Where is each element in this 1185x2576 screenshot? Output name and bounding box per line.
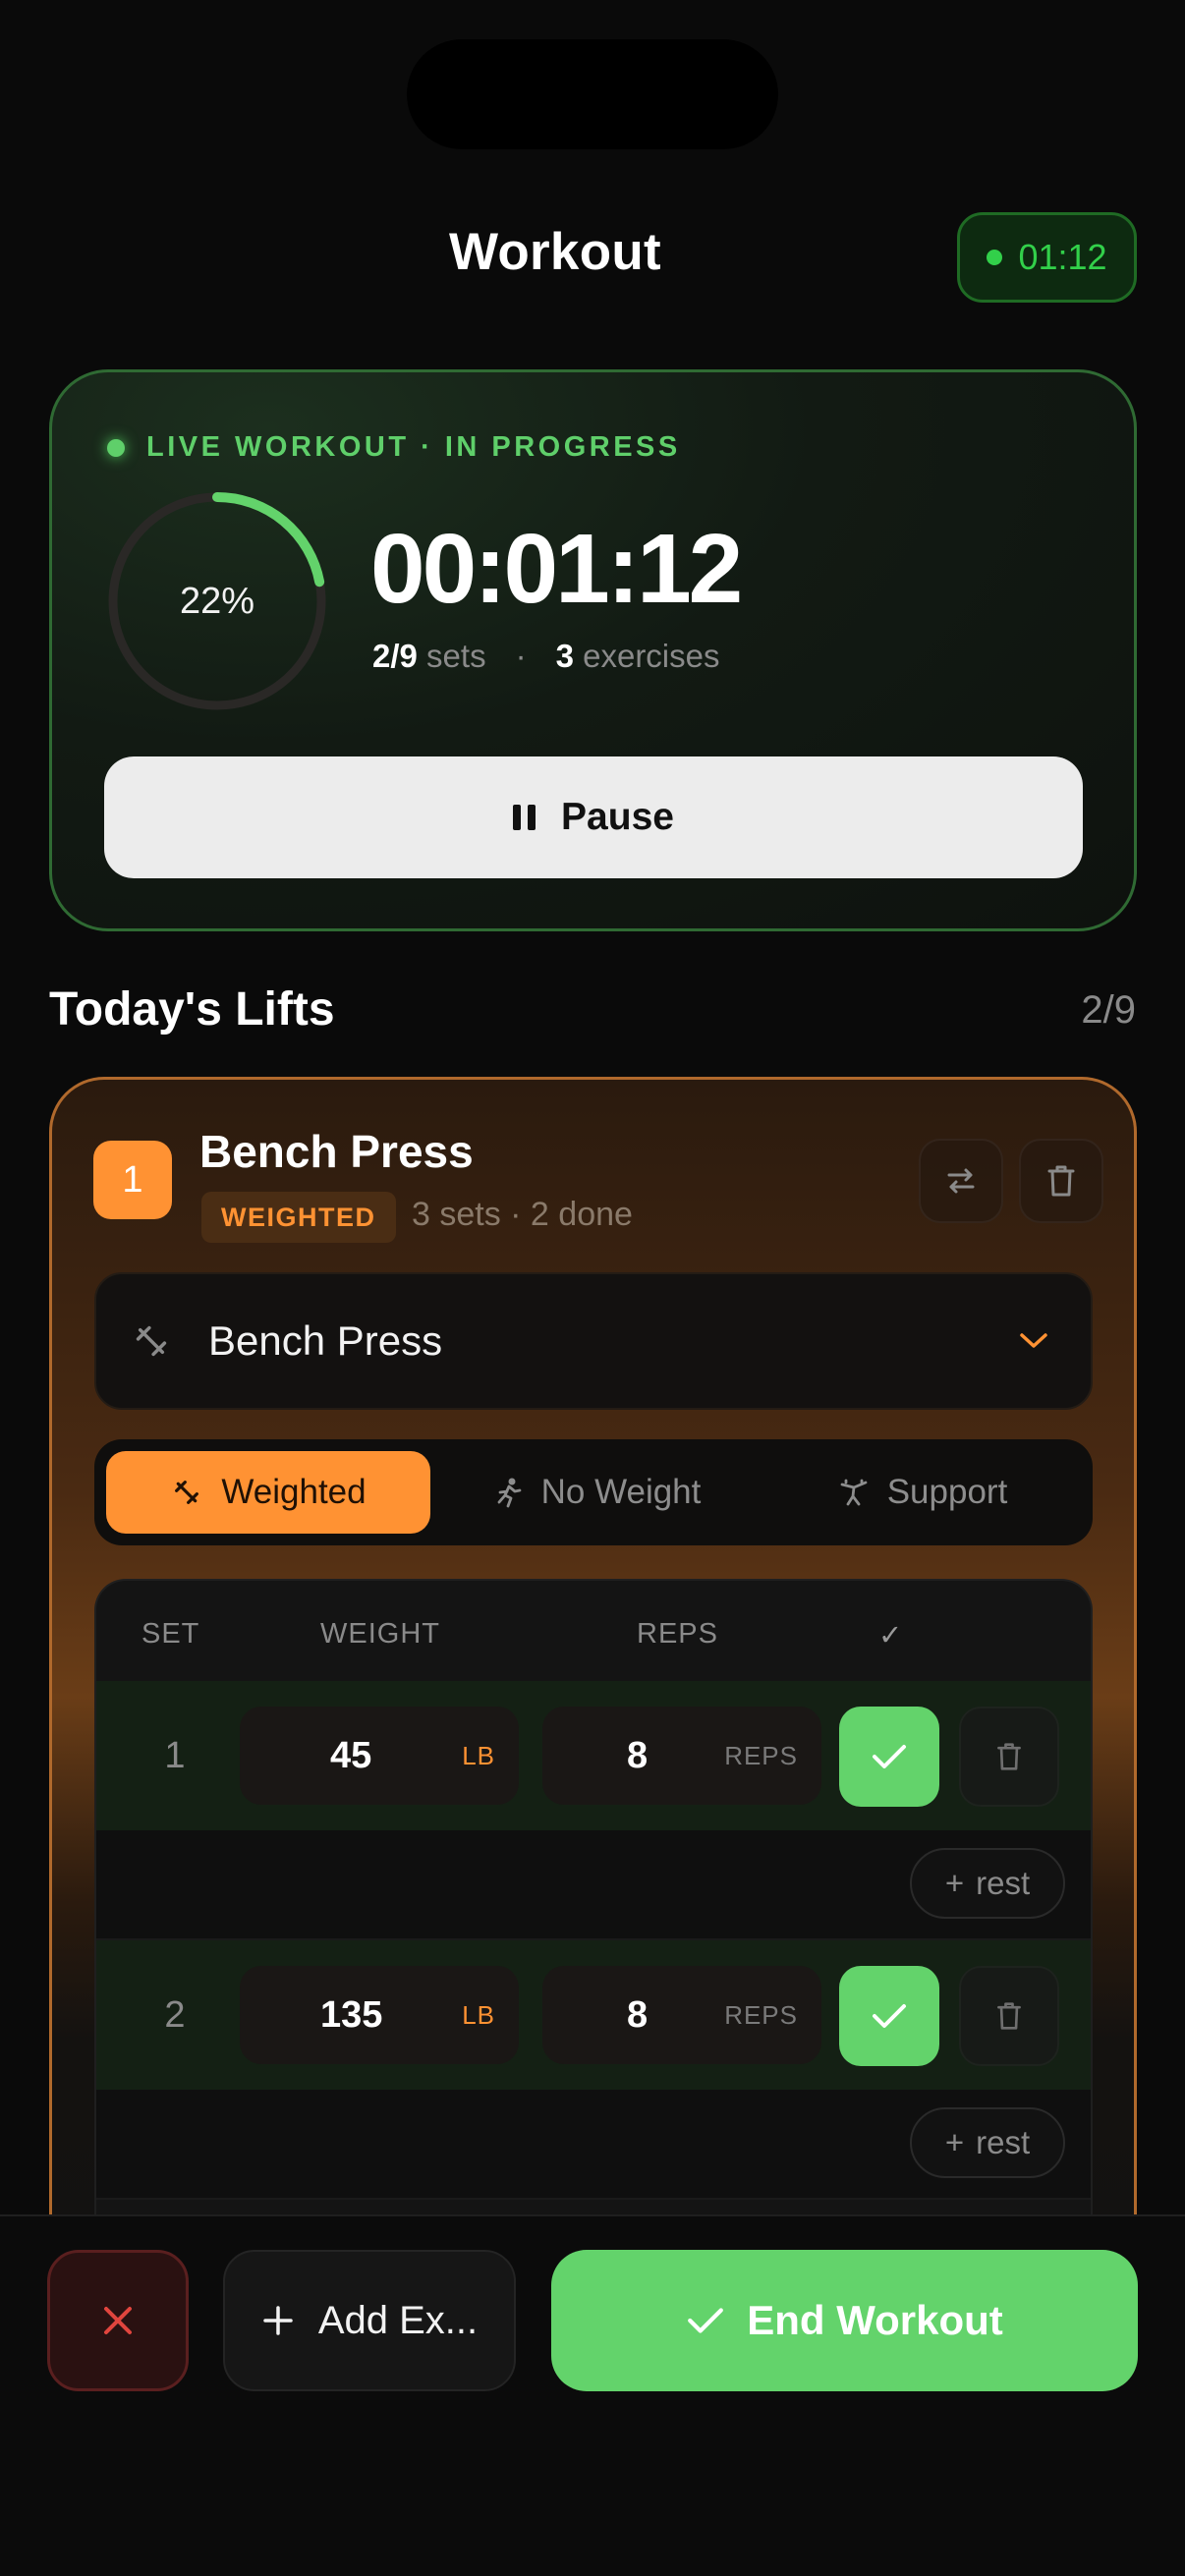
exercises-count: 3 xyxy=(555,638,574,674)
bottom-action-bar: Add Ex... End Workout xyxy=(0,2214,1185,2576)
reps-value: 8 xyxy=(627,1734,649,1776)
section-progress-count: 2/9 xyxy=(1081,988,1136,1032)
plus-icon: + xyxy=(944,1865,965,1901)
workout-stats: 2/9 sets · 3 exercises xyxy=(372,638,720,675)
end-workout-label: End Workout xyxy=(747,2297,1003,2343)
live-status-label: LIVE WORKOUT · IN PROGRESS xyxy=(146,431,681,463)
progress-percent: 22% xyxy=(179,580,255,622)
exercise-type-badge: WEIGHTED xyxy=(201,1192,396,1243)
pause-icon xyxy=(513,805,536,830)
cancel-workout-button[interactable] xyxy=(47,2250,189,2391)
reps-unit: REPS xyxy=(724,1740,798,1770)
weight-unit: LB xyxy=(462,1740,495,1770)
type-no-weight-label: No Weight xyxy=(540,1473,702,1511)
type-no-weight-tab[interactable]: No Weight xyxy=(440,1451,755,1534)
barbell-icon xyxy=(136,1325,167,1357)
set-number: 1 xyxy=(164,1734,186,1776)
set-row: 1 45 LB 8 REPS xyxy=(96,1681,1091,1830)
weight-value: 135 xyxy=(320,1993,383,2036)
trash-icon xyxy=(997,1743,1021,1770)
rest-row: + rest xyxy=(96,1830,1091,1940)
checkmark-icon xyxy=(688,2308,724,2333)
reps-value: 8 xyxy=(627,1993,649,2036)
section-title: Today's Lifts xyxy=(49,983,335,1036)
reps-input[interactable]: 8 REPS xyxy=(542,1707,821,1805)
page-title: Workout xyxy=(448,223,662,281)
plus-icon xyxy=(263,2306,293,2335)
progress-ring: 22% xyxy=(104,488,330,714)
checkmark-icon xyxy=(873,2004,906,2028)
add-rest-button[interactable]: + rest xyxy=(910,1848,1065,1919)
exercises-label: exercises xyxy=(583,638,720,674)
set-number: 2 xyxy=(164,1993,186,2036)
column-header-set: SET xyxy=(141,1618,200,1650)
exercise-title: Bench Press xyxy=(199,1126,474,1177)
weight-unit: LB xyxy=(462,1999,495,2030)
workout-screen: Workout 01:12 LIVE WORKOUT · IN PROGRESS… xyxy=(0,0,1185,2576)
type-support-tab[interactable]: Support xyxy=(764,1451,1081,1534)
type-weighted-label: Weighted xyxy=(221,1473,367,1511)
trash-icon xyxy=(1047,1165,1075,1197)
dynamic-island xyxy=(407,39,778,149)
reps-input[interactable]: 8 REPS xyxy=(542,1966,821,2064)
barbell-icon xyxy=(175,1481,199,1504)
complete-set-button[interactable] xyxy=(839,1707,939,1807)
workout-timer-pill[interactable]: 01:12 xyxy=(957,212,1137,303)
complete-set-button[interactable] xyxy=(839,1966,939,2066)
delete-exercise-button[interactable] xyxy=(1019,1139,1103,1223)
sets-count: 2/9 xyxy=(372,638,418,674)
close-icon xyxy=(104,2307,132,2334)
delete-set-button[interactable] xyxy=(959,1707,1059,1807)
column-header-reps: REPS xyxy=(637,1618,718,1650)
type-support-label: Support xyxy=(886,1473,1008,1511)
exercise-type-segmented: Weighted No Weight Support xyxy=(94,1439,1093,1545)
pause-button[interactable]: Pause xyxy=(104,756,1083,878)
live-workout-card: LIVE WORKOUT · IN PROGRESS 22% 00:01:12 … xyxy=(49,369,1137,931)
timer-text: 01:12 xyxy=(1018,237,1107,277)
add-rest-button[interactable]: + rest xyxy=(910,2107,1065,2178)
type-weighted-tab[interactable]: Weighted xyxy=(106,1451,430,1534)
plus-icon: + xyxy=(944,2124,965,2160)
exercise-number-badge: 1 xyxy=(93,1141,172,1219)
trash-icon xyxy=(997,2002,1021,2030)
pause-label: Pause xyxy=(561,796,674,838)
swap-icon xyxy=(947,1168,975,1194)
add-exercise-label: Add Ex... xyxy=(317,2298,479,2342)
reps-unit: REPS xyxy=(724,1999,798,2030)
stats-separator: · xyxy=(515,638,527,674)
live-status: LIVE WORKOUT · IN PROGRESS xyxy=(107,431,681,464)
set-row: 2 135 LB 8 REPS xyxy=(96,1940,1091,2090)
running-person-icon xyxy=(497,1478,522,1508)
elapsed-time: 00:01:12 xyxy=(370,514,743,624)
weight-input[interactable]: 135 LB xyxy=(240,1966,519,2064)
weight-input[interactable]: 45 LB xyxy=(240,1707,519,1805)
add-exercise-button[interactable]: Add Ex... xyxy=(223,2250,516,2391)
assisted-icon xyxy=(840,1479,868,1506)
delete-set-button[interactable] xyxy=(959,1966,1059,2066)
rest-label: rest xyxy=(976,2124,1031,2160)
swap-exercise-button[interactable] xyxy=(919,1139,1003,1223)
live-indicator-icon xyxy=(107,438,125,457)
rest-label: rest xyxy=(976,1865,1031,1901)
checkmark-icon xyxy=(873,1745,906,1768)
end-workout-button[interactable]: End Workout xyxy=(551,2250,1138,2391)
rest-row: + rest xyxy=(96,2090,1091,2200)
exercise-select[interactable]: Bench Press xyxy=(94,1272,1093,1410)
column-header-weight: WEIGHT xyxy=(320,1618,440,1650)
sets-label: sets xyxy=(426,638,486,674)
chevron-down-icon xyxy=(1020,1333,1047,1348)
exercise-meta: 3 sets · 2 done xyxy=(412,1196,633,1233)
column-header-done: ✓ xyxy=(878,1620,904,1652)
selected-exercise: Bench Press xyxy=(208,1317,443,1364)
weight-value: 45 xyxy=(330,1734,372,1776)
live-dot-icon xyxy=(987,250,1003,265)
